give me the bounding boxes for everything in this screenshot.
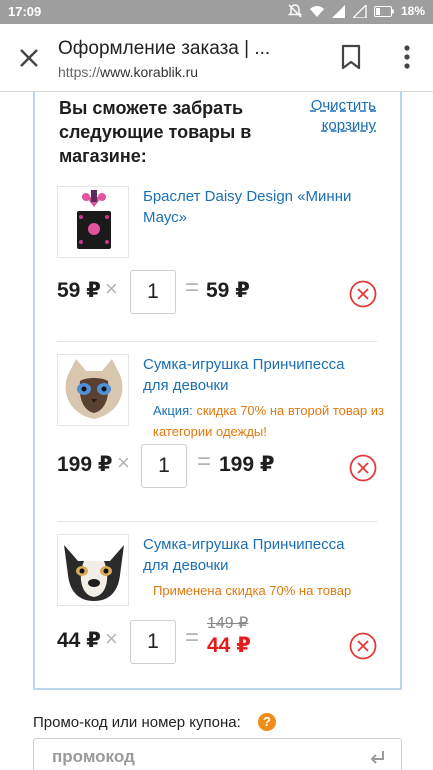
bookmark-icon[interactable] [339,44,363,70]
cart-item: Сумка-игрушка Принчипесса для девочки Ак… [57,354,384,504]
cart-item: Сумка-игрушка Принчипесса для девочки Пр… [57,534,377,684]
line-total: 199 ₽ [219,453,275,476]
page-title: Оформление заказа | ... [58,38,271,59]
cart-heading: Вы сможете забрать следующие товары в ма… [59,98,252,166]
quantity-input[interactable]: 1 [141,444,187,488]
quantity-input[interactable]: 1 [130,270,176,314]
bracelet-image [58,187,128,257]
unit-price: 199 ₽ [57,453,113,476]
unit-price: 44 ₽ [57,629,101,652]
old-line-total: 149 ₽ [207,615,249,632]
battery-percent: 18% [400,4,425,18]
status-bar: 17:09 18% [0,0,433,24]
promo-applied-note: Применена скидка 70% на товар [153,583,352,598]
url-host: www.korablik.ru [100,64,199,80]
times-sign: × [105,276,118,301]
cart-panel: Вы сможете забрать следующие товары в ма… [33,92,402,690]
close-icon[interactable] [17,46,41,70]
cat-bag-image [58,355,128,425]
page-url: https://www.korablik.ru [58,64,198,80]
unit-price: 59 ₽ [57,279,101,302]
times-sign: × [105,626,118,651]
product-image[interactable] [57,186,129,258]
battery-icon [373,5,394,17]
promo-label: Акция: [153,403,193,418]
product-name-link[interactable]: Сумка-игрушка Принчипесса для девочки [143,534,373,576]
url-scheme: https:// [58,64,101,80]
cart-item: Браслет Daisy Design «Минни Маус» 59 ₽ ×… [57,186,377,316]
product-name-link[interactable]: Сумка-игрушка Принчипесса для девочки [143,354,373,396]
mute-icon [287,4,302,18]
status-icons: 18% [287,4,425,18]
line-total: 59 ₽ [206,279,250,302]
item-divider [57,341,377,342]
product-image[interactable] [57,354,129,426]
browser-toolbar: Оформление заказа | ... https://www.kora… [0,24,433,92]
remove-item-icon[interactable] [349,454,377,482]
dog-bag-image [58,535,128,605]
wifi-icon [309,5,324,17]
signal-icon-2 [352,4,367,18]
item-divider [57,521,377,522]
equals-sign: = [185,274,200,301]
equals-sign: = [185,624,200,651]
enter-arrow-icon[interactable] [369,749,387,767]
discounted-line-total: 44 ₽ [207,634,251,657]
remove-item-icon[interactable] [349,632,377,660]
promo-code-field[interactable] [33,738,402,770]
signal-icon [331,4,345,18]
quantity-input[interactable]: 1 [130,620,176,664]
clear-cart-link[interactable]: Очистить корзину [296,96,376,136]
more-menu-icon[interactable] [403,44,411,70]
remove-item-icon[interactable] [349,280,377,308]
help-icon[interactable]: ? [258,713,276,731]
promo-code-label: Промо-код или номер купона: [33,714,241,731]
product-name-link[interactable]: Браслет Daisy Design «Минни Маус» [143,186,373,228]
promo-code-input[interactable] [52,747,332,767]
status-time: 17:09 [8,4,42,19]
product-image[interactable] [57,534,129,606]
equals-sign: = [197,448,212,475]
times-sign: × [117,450,130,475]
promo-note: Акция: скидка 70% на второй товар из кат… [153,400,393,442]
